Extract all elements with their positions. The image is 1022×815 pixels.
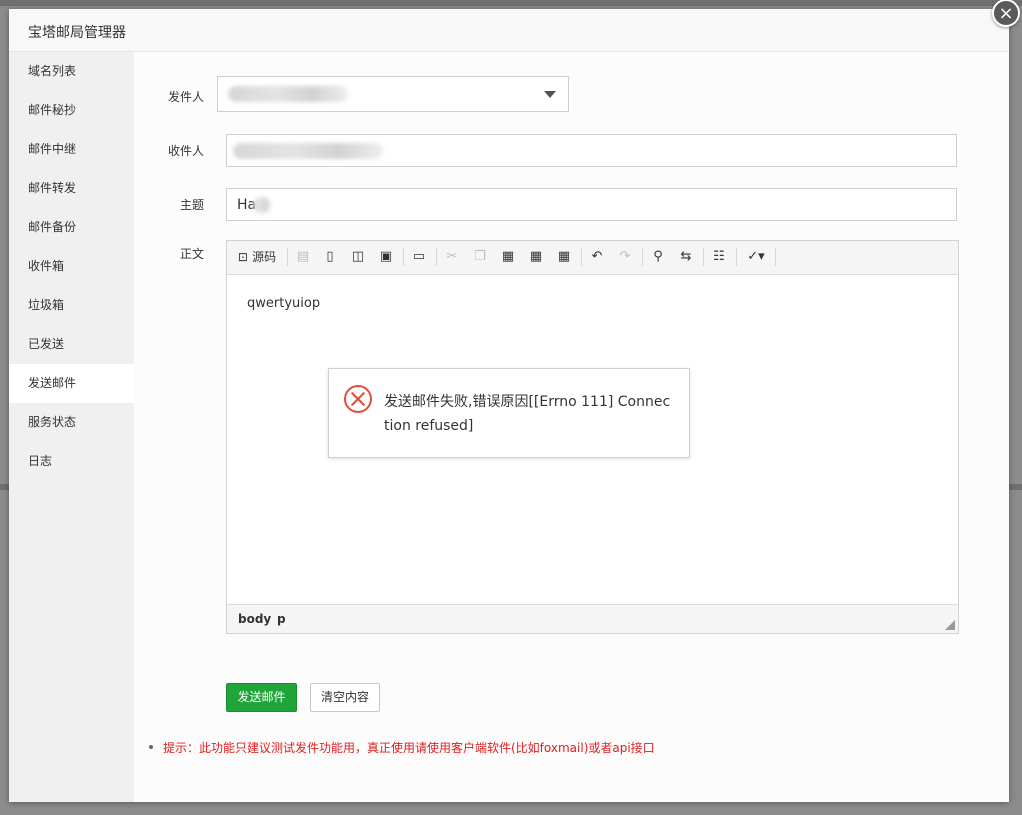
spellcheck-icon[interactable]: ✓▾: [742, 247, 770, 267]
recipient-label: 收件人: [167, 144, 204, 158]
tip-message: 提示：此功能只建议测试发件功能用，真正使用请使用客户端软件(比如foxmail)…: [163, 741, 655, 755]
sender-select[interactable]: [217, 76, 569, 112]
sidebar-item-domain-list[interactable]: 域名列表: [9, 52, 134, 91]
clear-content-button[interactable]: 清空内容: [310, 683, 380, 712]
sidebar-item-mail-backup[interactable]: 邮件备份: [9, 208, 134, 247]
preview-icon[interactable]: ◫: [348, 247, 368, 267]
subject-label: 主题: [179, 198, 204, 212]
print-icon[interactable]: ▣: [376, 247, 396, 267]
new-page-icon[interactable]: ▯: [320, 247, 340, 267]
sidebar-item-sent[interactable]: 已发送: [9, 325, 134, 364]
chevron-down-icon: [544, 91, 556, 98]
sidebar-item-mail-bcc[interactable]: 邮件秘抄: [9, 91, 134, 130]
close-button[interactable]: ×: [992, 0, 1020, 27]
source-icon: ⊡: [237, 250, 248, 264]
find-icon[interactable]: ⚲: [648, 247, 668, 267]
redo-icon[interactable]: ↷: [615, 247, 635, 267]
undo-icon[interactable]: ↶: [587, 247, 607, 267]
error-icon: [344, 385, 372, 413]
recipient-input[interactable]: [226, 134, 957, 167]
source-label: 源码: [252, 250, 277, 264]
paste-icon[interactable]: ▦: [498, 247, 518, 267]
background-band: [0, 0, 1022, 6]
path-p[interactable]: p: [277, 612, 286, 626]
sidebar-item-logs[interactable]: 日志: [9, 442, 134, 481]
cut-icon[interactable]: ✂: [442, 247, 462, 267]
editor-toolbar: ⊡ 源码 ▤ ▯ ◫ ▣ ▭ ✂ ❐ ▦ ▦ ▦ ↶ ↷ ⚲ ⇆ ☷ ✓▾: [227, 241, 958, 275]
path-body[interactable]: body: [238, 612, 271, 626]
save-icon[interactable]: ▤: [293, 247, 313, 267]
sender-label: 发件人: [167, 90, 204, 104]
source-button[interactable]: ⊡ 源码: [235, 247, 279, 267]
sidebar-item-send-mail[interactable]: 发送邮件: [9, 364, 134, 403]
editor-content[interactable]: qwertyuiop: [247, 296, 320, 311]
template-icon[interactable]: ▭: [409, 247, 429, 267]
replace-icon[interactable]: ⇆: [676, 247, 696, 267]
sidebar-item-mail-forward[interactable]: 邮件转发: [9, 169, 134, 208]
error-alert: 发送邮件失败,错误原因[[Errno 111] Connection refus…: [328, 368, 690, 458]
bullet-icon: [149, 745, 153, 749]
copy-icon[interactable]: ❐: [470, 247, 490, 267]
redacted-subject: [253, 197, 271, 213]
sidebar-item-service-status[interactable]: 服务状态: [9, 403, 134, 442]
sidebar-item-inbox[interactable]: 收件箱: [9, 247, 134, 286]
paste-word-icon[interactable]: ▦: [554, 247, 574, 267]
redacted-sender: [228, 86, 348, 102]
sidebar-item-spam[interactable]: 垃圾箱: [9, 286, 134, 325]
select-all-icon[interactable]: ☷: [709, 247, 729, 267]
editor-statusbar: body p: [227, 604, 958, 633]
send-mail-button[interactable]: 发送邮件: [226, 683, 297, 712]
sidebar: 域名列表 邮件秘抄 邮件中继 邮件转发 邮件备份 收件箱 垃圾箱 已发送 发送邮…: [9, 52, 134, 802]
subject-input[interactable]: Ha: [226, 188, 957, 221]
error-message: 发送邮件失败,错误原因[[Errno 111] Connection refus…: [384, 394, 671, 434]
redacted-recipient: [233, 143, 383, 159]
sidebar-item-mail-relay[interactable]: 邮件中继: [9, 130, 134, 169]
resize-handle[interactable]: [945, 620, 955, 630]
body-label: 正文: [179, 247, 204, 261]
dialog-title: 宝塔邮局管理器: [28, 25, 126, 41]
dialog-header: 宝塔邮局管理器: [9, 9, 1009, 52]
paste-text-icon[interactable]: ▦: [526, 247, 546, 267]
tip-text: 提示：此功能只建议测试发件功能用，真正使用请使用客户端软件(比如foxmail)…: [149, 739, 655, 756]
